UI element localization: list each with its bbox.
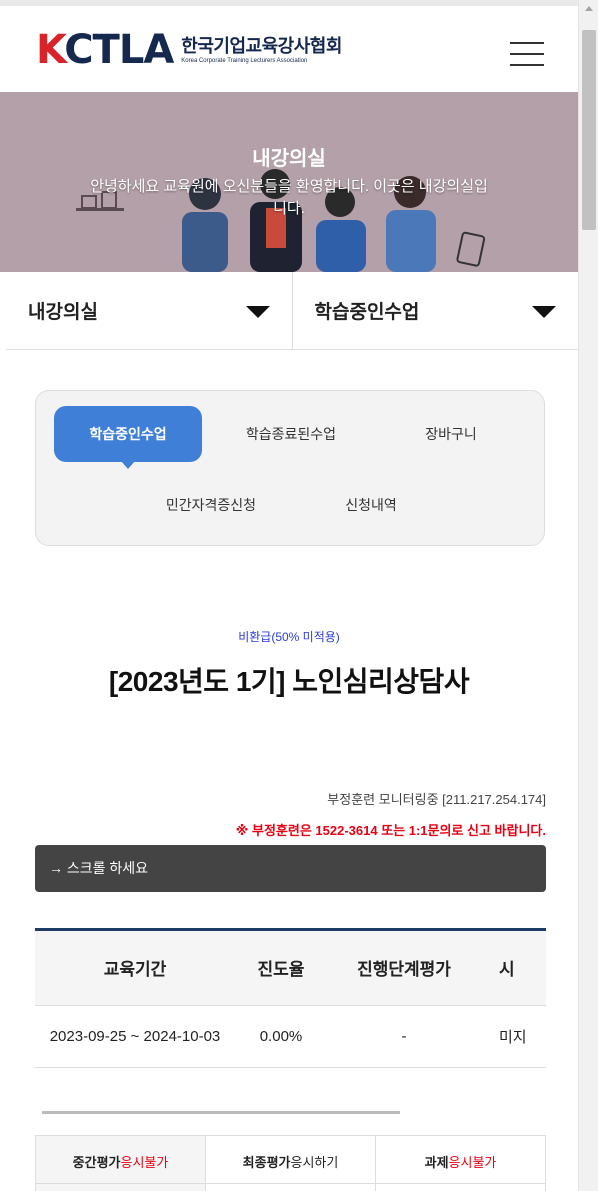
tab-cart[interactable]: 장바구니: [376, 406, 526, 462]
vertical-scrollbar[interactable]: [578, 0, 598, 1191]
tab-application-history[interactable]: 신청내역: [296, 477, 446, 533]
caret-down-icon: [245, 306, 270, 318]
scroll-hint-bar: → 스크롤 하세요: [35, 845, 546, 892]
tab-certificate-apply[interactable]: 민간자격증신청: [136, 477, 286, 533]
table-row: 2023-09-25 ~ 2024-10-03 0.00% - 미지: [35, 1005, 546, 1068]
main-category-label: 내강의실: [28, 302, 98, 323]
monitoring-notice: 부정훈련 모니터링중 [211.217.254.174]: [327, 792, 546, 807]
banner-description: 안녕하세요 교육원에 오신분들을 환영합니다. 이곳은 내강의실입니다.: [90, 178, 488, 217]
tab-completed[interactable]: 학습종료된수업: [216, 406, 366, 462]
cell-progress: 0.00%: [235, 1005, 327, 1068]
site-logo[interactable]: KCTLA 한국기업교육강사협회 Korea Corporate Trainin…: [36, 30, 342, 70]
main-category-select[interactable]: 내강의실: [6, 272, 292, 349]
final-status[interactable]: 응시하기: [291, 1152, 339, 1171]
assignment-status: 응시불가: [448, 1155, 497, 1170]
header-progress: 진도율: [235, 931, 327, 1006]
midterm-label: 중간평가: [72, 1155, 121, 1170]
banner-title: 내강의실: [252, 148, 326, 170]
scrollbar-thumb[interactable]: [582, 30, 596, 230]
hamburger-menu-icon[interactable]: [510, 42, 544, 66]
assignment-label: 과제: [424, 1155, 449, 1170]
header-exam: 시: [481, 931, 546, 1006]
course-info-table[interactable]: 교육기간 진도율 진행단계평가 시 2023-09-25 ~ 2024-10-0…: [35, 928, 546, 1068]
cell-stage-eval: -: [327, 1005, 481, 1068]
page-banner: 내강의실 안녕하세요 교육원에 오신분들을 환영합니다. 이곳은 내강의실입니다…: [0, 92, 578, 272]
header-period: 교육기간: [35, 931, 235, 1006]
logo-mark: KCTLA: [36, 27, 174, 73]
logo-korean-name: 한국기업교육강사협회: [181, 36, 342, 56]
scroll-up-arrow-icon[interactable]: [585, 6, 593, 11]
divider: [35, 1183, 546, 1184]
classroom-tabs: 학습중인수업 학습종료된수업 장바구니 민간자격증신청 신청내역: [35, 390, 545, 546]
category-select-bar: 내강의실 학습중인수업: [6, 272, 578, 350]
logo-text: 한국기업교육강사협회 Korea Corporate Training Lect…: [181, 35, 342, 65]
horizontal-scroll-indicator[interactable]: [42, 1111, 400, 1114]
sub-category-label: 학습중인수업: [314, 302, 420, 323]
course-title: [2023년도 1기] 노인심리상담사: [108, 666, 470, 697]
header-stage-eval: 진행단계평가: [327, 931, 481, 1006]
tab-in-progress[interactable]: 학습중인수업: [54, 406, 202, 469]
cell-period: 2023-09-25 ~ 2024-10-03: [35, 1005, 235, 1068]
final-label: 최종평가: [242, 1155, 291, 1170]
sub-category-select[interactable]: 학습중인수업: [291, 272, 579, 349]
midterm-status: 응시불가: [120, 1155, 169, 1170]
site-header: KCTLA 한국기업교육강사협회 Korea Corporate Trainin…: [0, 0, 578, 92]
caret-down-icon: [532, 306, 556, 318]
cell-exam: 미지: [481, 1005, 546, 1068]
page-viewport: KCTLA 한국기업교육강사협회 Korea Corporate Trainin…: [0, 0, 578, 1191]
table-header-row: 교육기간 진도율 진행단계평가 시: [35, 931, 546, 1006]
report-warning: ※ 부정훈련은 1522-3614 또는 1:1문의로 신고 바랍니다.: [235, 823, 546, 838]
refund-badge: 비환급(50% 미적용): [238, 630, 340, 644]
logo-english-name: Korea Corporate Training Lecturers Assoc…: [181, 58, 308, 64]
